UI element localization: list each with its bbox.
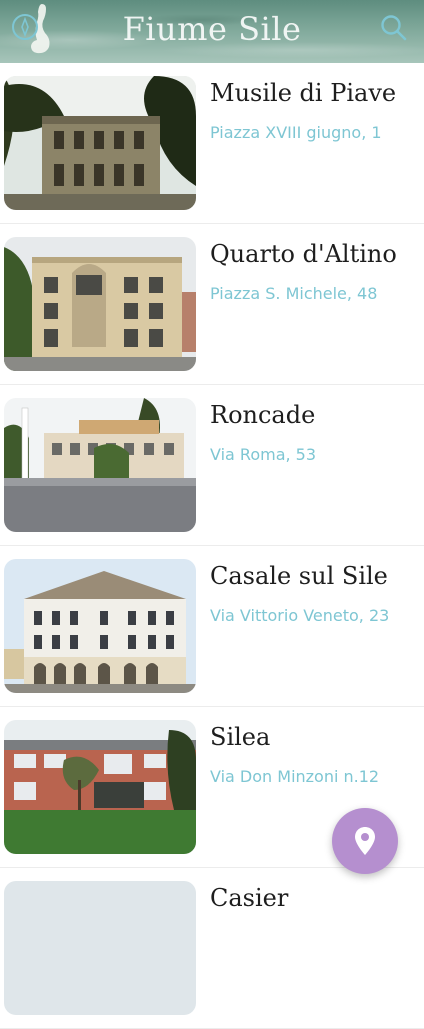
town-name: Casier (210, 884, 289, 912)
list-item[interactable]: Casier (0, 868, 424, 1029)
town-photo (4, 720, 196, 854)
town-photo (4, 398, 196, 532)
search-button[interactable] (378, 12, 408, 42)
map-pin-icon (355, 827, 375, 855)
town-address: Piazza S. Michele, 48 (210, 284, 378, 303)
map-button[interactable] (332, 808, 398, 874)
town-name: Musile di Piave (210, 79, 397, 107)
town-photo (4, 76, 196, 210)
town-name: Roncade (210, 401, 316, 429)
town-name: Silea (210, 723, 271, 751)
list-item[interactable]: Casale sul Sile Via Vittorio Veneto, 23 (0, 546, 424, 707)
app-header: Fiume Sile (0, 0, 424, 63)
town-photo (4, 237, 196, 371)
town-list: Musile di Piave Piazza XVIII giugno, 1 Q… (0, 63, 424, 1029)
town-address: Piazza XVIII giugno, 1 (210, 123, 382, 142)
page-title: Fiume Sile (122, 10, 302, 48)
town-address: Via Don Minzoni n.12 (210, 767, 380, 786)
town-address: Via Vittorio Veneto, 23 (210, 606, 390, 625)
search-icon (381, 15, 407, 41)
list-item[interactable]: Quarto d'Altino Piazza S. Michele, 48 (0, 224, 424, 385)
town-name: Quarto d'Altino (210, 240, 397, 268)
list-item[interactable]: Roncade Via Roma, 53 (0, 385, 424, 546)
town-address: Via Roma, 53 (210, 445, 317, 464)
town-photo (4, 881, 196, 1015)
list-item[interactable]: Musile di Piave Piazza XVIII giugno, 1 (0, 63, 424, 224)
town-name: Casale sul Sile (210, 562, 388, 590)
town-photo (4, 559, 196, 693)
